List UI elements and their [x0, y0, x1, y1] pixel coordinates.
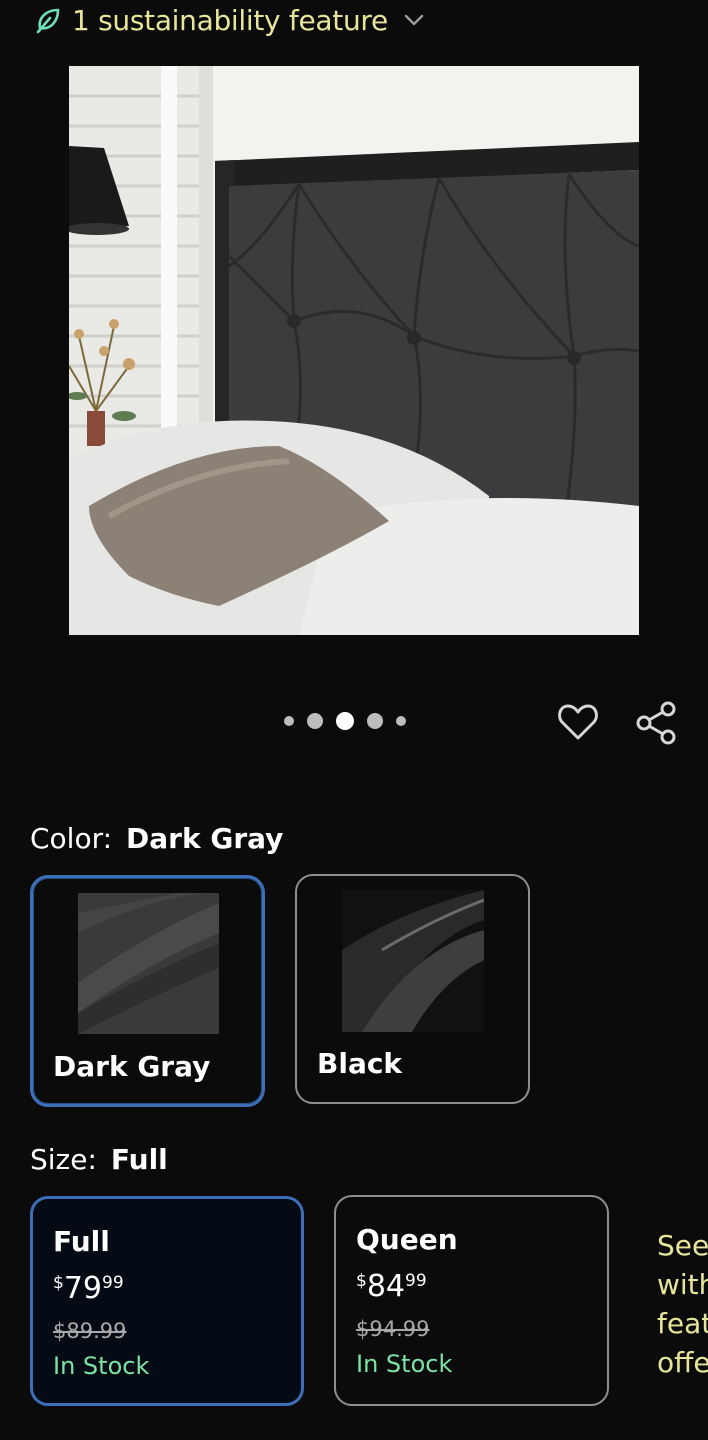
- size-option-price: $8499: [356, 1269, 427, 1304]
- color-option-label: Black: [317, 1047, 403, 1080]
- color-label-row: Color: Dark Gray: [30, 822, 283, 855]
- size-option-name: Queen: [356, 1223, 458, 1256]
- color-option-black[interactable]: Black: [295, 874, 530, 1104]
- price-whole: 79: [63, 1271, 103, 1306]
- color-label: Color:: [30, 822, 113, 855]
- carousel-dot[interactable]: [307, 713, 323, 729]
- size-option-full[interactable]: Full $7999 $89.99 In Stock: [30, 1196, 304, 1406]
- size-option-name: Full: [53, 1225, 110, 1258]
- product-image[interactable]: [69, 66, 639, 635]
- carousel-indicator[interactable]: [284, 712, 406, 730]
- side-note-line: feat: [657, 1307, 708, 1340]
- size-selected-value: Full: [110, 1143, 168, 1176]
- size-option-queen[interactable]: Queen $8499 $94.99 In Stock: [334, 1195, 609, 1406]
- carousel-dot[interactable]: [367, 713, 383, 729]
- stock-status: In Stock: [53, 1352, 150, 1380]
- stock-status: In Stock: [356, 1350, 453, 1378]
- sustainability-toggle[interactable]: 1 sustainability feature: [34, 2, 426, 38]
- currency-symbol: $: [53, 1273, 64, 1293]
- price-cents: 99: [405, 1271, 427, 1291]
- size-option-price: $7999: [53, 1271, 124, 1306]
- share-icon[interactable]: [634, 700, 680, 746]
- size-label: Size:: [30, 1143, 97, 1176]
- side-note-line: See: [657, 1229, 708, 1262]
- price-cents: 99: [102, 1273, 124, 1293]
- carousel-dot-active[interactable]: [336, 712, 354, 730]
- carousel-dot[interactable]: [284, 716, 294, 726]
- currency-symbol: $: [356, 1271, 367, 1291]
- color-selected-value: Dark Gray: [126, 822, 284, 855]
- color-option-label: Dark Gray: [53, 1050, 211, 1083]
- size-label-row: Size: Full: [30, 1143, 168, 1176]
- side-note-line: with: [657, 1268, 708, 1301]
- headboard-photo: [69, 66, 639, 635]
- was-price: $94.99: [356, 1317, 430, 1341]
- color-option-dark-gray[interactable]: Dark Gray: [30, 875, 265, 1107]
- carousel-dot[interactable]: [396, 716, 406, 726]
- see-more-options-link[interactable]: See with feat offe: [657, 1226, 708, 1382]
- black-leather-swatch: [342, 890, 484, 1032]
- price-whole: 84: [366, 1269, 406, 1304]
- side-note-line: offe: [657, 1346, 708, 1379]
- was-price: $89.99: [53, 1319, 127, 1343]
- dark-gray-fabric-swatch: [78, 893, 219, 1034]
- sustainability-label: 1 sustainability feature: [72, 3, 388, 37]
- chevron-down-icon: [404, 14, 424, 26]
- leaf-icon: [36, 8, 60, 34]
- heart-icon[interactable]: [556, 700, 600, 744]
